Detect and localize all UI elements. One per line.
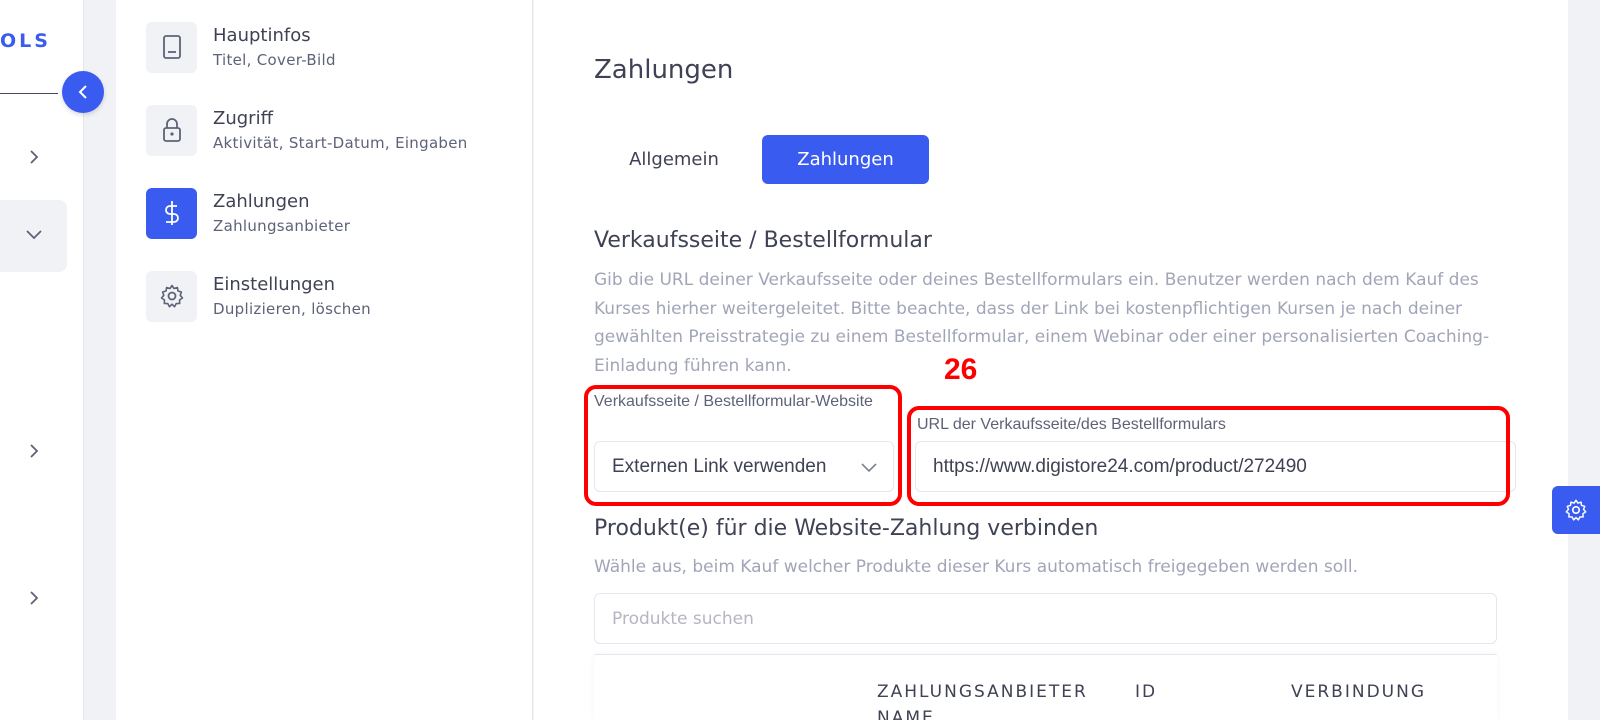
sidebar-active-item[interactable] <box>0 200 67 272</box>
nav-item-subtitle: Duplizieren, löschen <box>213 300 371 318</box>
dollar-icon <box>146 187 197 239</box>
nav-item-title: Hauptinfos <box>213 25 311 46</box>
sales-page-description: Gib die URL deiner Verkaufsseite oder de… <box>594 270 1490 376</box>
products-description: Wähle aus, beim Kauf welcher Produkte di… <box>594 557 1359 577</box>
column-header-id[interactable]: ID <box>1135 679 1157 705</box>
tab-general[interactable]: Allgemein <box>594 135 754 184</box>
nav-item-title: Zugriff <box>213 108 273 129</box>
nav-item-access[interactable]: Zugriff Aktivität, Start-Datum, Eingaben <box>146 103 526 157</box>
column-header-connection[interactable]: VERBINDUNG <box>1291 679 1426 705</box>
sidebar-collapse-chevron-icon[interactable] <box>26 227 42 245</box>
nav-item-subtitle: Titel, Cover-Bild <box>213 51 336 69</box>
nav-item-settings[interactable]: Einstellungen Duplizieren, löschen <box>146 269 526 323</box>
brand-logo-text: OLS <box>0 30 51 52</box>
sidebar-expand-chevron-icon[interactable] <box>26 590 42 606</box>
sidebar-collapse-button[interactable] <box>62 71 104 113</box>
nav-item-title: Zahlungen <box>213 191 310 212</box>
products-search-input[interactable]: Produkte suchen <box>594 593 1497 644</box>
nav-item-main-info[interactable]: Hauptinfos Titel, Cover-Bild <box>146 20 526 74</box>
products-table-header: ZAHLUNGSANBIETER NAME ID VERBINDUNG <box>594 654 1497 720</box>
floating-settings-button[interactable] <box>1552 486 1600 534</box>
annotation-highlight-select <box>584 385 902 506</box>
nav-item-subtitle: Aktivität, Start-Datum, Eingaben <box>213 134 468 152</box>
annotation-highlight-url <box>907 406 1510 506</box>
sidebar-expand-chevron-icon[interactable] <box>26 149 42 165</box>
book-icon <box>146 21 197 73</box>
nav-item-subtitle: Zahlungsanbieter <box>213 217 351 235</box>
column-header-provider-name[interactable]: ZAHLUNGSANBIETER NAME <box>877 679 1107 720</box>
main-content: Zahlungen Allgemein Zahlungen Verkaufsse… <box>534 0 1568 720</box>
course-settings-nav: Hauptinfos Titel, Cover-Bild Zugriff Akt… <box>116 0 533 720</box>
lock-icon <box>146 104 197 156</box>
sales-page-section-title: Verkaufsseite / Bestellformular <box>594 228 932 253</box>
nav-item-payments[interactable]: Zahlungen Zahlungsanbieter <box>146 186 526 240</box>
page-title: Zahlungen <box>594 55 734 85</box>
sidebar-expand-chevron-icon[interactable] <box>26 443 42 459</box>
annotation-step-number: 26 <box>944 353 978 386</box>
gear-icon <box>1565 499 1587 521</box>
chevron-left-icon <box>78 85 87 99</box>
products-search-placeholder: Produkte suchen <box>612 608 754 629</box>
gear-icon <box>146 270 197 322</box>
nav-item-title: Einstellungen <box>213 274 336 295</box>
brand-divider <box>0 93 58 94</box>
products-section-title: Produkt(e) für die Website-Zahlung verbi… <box>594 516 1099 541</box>
tab-payments[interactable]: Zahlungen <box>762 135 929 184</box>
